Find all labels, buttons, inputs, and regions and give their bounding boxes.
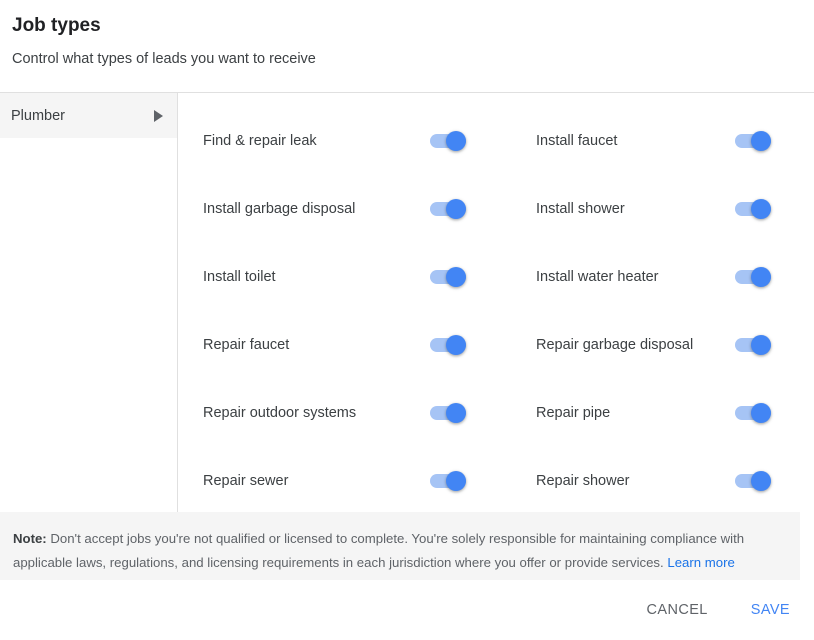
job-type-label: Install toilet [203,269,276,285]
toggle-thumb [751,403,771,423]
toggle-thumb [751,131,771,151]
toggle-thumb [446,131,466,151]
job-type-row[interactable]: Install garbage disposal [203,175,511,243]
sidebar-item-label: Plumber [11,107,65,124]
toggle-thumb [446,403,466,423]
job-type-toggle[interactable] [430,131,466,151]
page-header: Job types Control what types of leads yo… [0,0,814,93]
job-type-toggle[interactable] [735,403,771,423]
job-type-toggle[interactable] [735,131,771,151]
job-type-row[interactable]: Install shower [511,175,814,243]
job-type-row[interactable]: Install water heater [511,243,814,311]
job-type-row[interactable]: Install faucet [511,107,814,175]
job-type-toggle[interactable] [735,199,771,219]
job-type-label: Install faucet [536,133,618,149]
note-body: Don't accept jobs you're not qualified o… [13,531,745,570]
job-type-label: Install water heater [536,269,659,285]
job-type-label: Repair shower [536,473,630,489]
job-type-label: Find & repair leak [203,133,317,149]
job-type-toggle[interactable] [735,335,771,355]
toggle-thumb [751,471,771,491]
job-type-row[interactable]: Repair pipe [511,379,814,447]
sidebar-item-plumber[interactable]: Plumber [0,93,177,138]
page-subtitle: Control what types of leads you want to … [12,51,316,67]
job-type-row[interactable]: Repair shower [511,447,814,515]
note-label: Note: [13,531,47,546]
job-type-toggle[interactable] [430,471,466,491]
toggle-thumb [751,267,771,287]
chevron-right-icon [154,109,163,122]
job-type-toggle[interactable] [430,199,466,219]
job-type-label: Install garbage disposal [203,201,356,217]
save-button[interactable]: SAVE [741,592,800,628]
page-title: Job types [12,15,101,36]
toggle-thumb [751,335,771,355]
job-type-label: Repair garbage disposal [536,337,694,353]
note-text: Note: Don't accept jobs you're not quali… [13,527,786,575]
job-type-label: Repair faucet [203,337,290,353]
job-type-row[interactable]: Install toilet [203,243,511,311]
job-type-grid: Find & repair leak Install faucet Instal… [178,93,814,512]
footer-actions: CANCEL SAVE [0,580,814,640]
toggle-thumb [446,199,466,219]
content-area: Plumber Find & repair leak Install fauce… [0,93,814,512]
job-type-row[interactable]: Repair outdoor systems [203,379,511,447]
toggle-thumb [446,471,466,491]
job-type-toggle[interactable] [735,471,771,491]
job-type-label: Repair sewer [203,473,289,489]
job-type-row[interactable]: Find & repair leak [203,107,511,175]
job-type-row[interactable]: Repair garbage disposal [511,311,814,379]
job-type-row[interactable]: Repair sewer [203,447,511,515]
job-type-toggle[interactable] [430,335,466,355]
job-type-label: Install shower [536,201,625,217]
disclaimer-note: Note: Don't accept jobs you're not quali… [0,512,800,580]
job-type-toggle[interactable] [735,267,771,287]
toggle-thumb [446,267,466,287]
job-type-label: Repair outdoor systems [203,405,357,421]
toggle-thumb [446,335,466,355]
job-type-label: Repair pipe [536,405,611,421]
job-type-row[interactable]: Repair faucet [203,311,511,379]
category-sidebar: Plumber [0,93,178,512]
toggle-thumb [751,199,771,219]
job-type-toggle[interactable] [430,403,466,423]
job-type-toggle[interactable] [430,267,466,287]
learn-more-link[interactable]: Learn more [667,555,734,570]
cancel-button[interactable]: CANCEL [637,592,718,628]
